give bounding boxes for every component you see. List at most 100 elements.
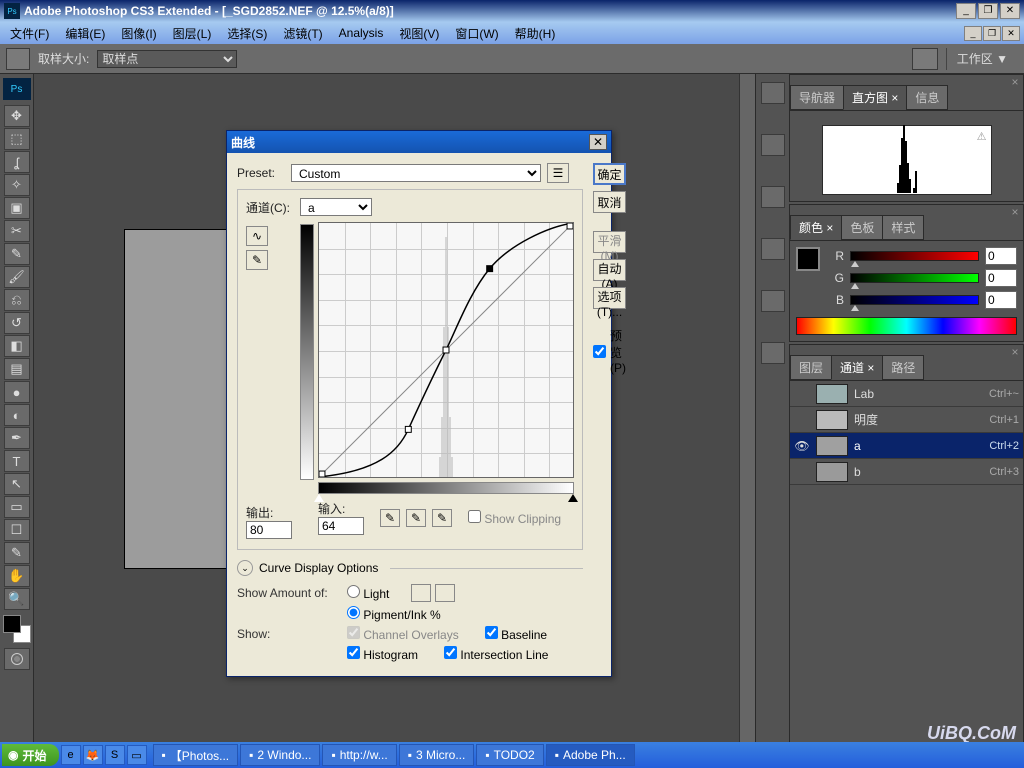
- workspace-dropdown[interactable]: 工作区 ▼: [946, 48, 1018, 70]
- gradient-tool[interactable]: ▤: [4, 358, 30, 380]
- intersection-checkbox[interactable]: [444, 646, 457, 659]
- tab-info[interactable]: 信息: [906, 85, 948, 110]
- ql-firefox-icon[interactable]: 🦊: [83, 745, 103, 765]
- window-close-button[interactable]: ✕: [1000, 3, 1020, 19]
- preset-menu-button[interactable]: ☰: [547, 163, 569, 183]
- menu-file[interactable]: 文件(F): [4, 23, 55, 44]
- baseline-checkbox[interactable]: [485, 626, 498, 639]
- start-button[interactable]: ◉ 开始: [2, 744, 59, 766]
- b-value[interactable]: 0: [985, 291, 1017, 309]
- hand-tool[interactable]: ✋: [4, 565, 30, 587]
- lasso-tool[interactable]: ʆ: [4, 151, 30, 173]
- tab-paths[interactable]: 路径: [882, 355, 924, 380]
- tab-navigator[interactable]: 导航器: [790, 85, 844, 110]
- black-point-slider[interactable]: [314, 494, 324, 502]
- sample-size-select[interactable]: 取样点: [97, 50, 237, 68]
- tab-layers[interactable]: 图层: [790, 355, 832, 380]
- show-clipping-checkbox[interactable]: [468, 510, 481, 523]
- doc-minimize-button[interactable]: _: [964, 26, 982, 41]
- menu-window[interactable]: 窗口(W): [449, 23, 504, 44]
- taskbar-item[interactable]: ▪http://w...: [322, 744, 396, 766]
- dialog-titlebar[interactable]: 曲线 ✕: [227, 131, 611, 153]
- light-radio[interactable]: [347, 585, 360, 598]
- foreground-color-swatch[interactable]: [3, 615, 21, 633]
- channel-select[interactable]: a: [300, 198, 372, 216]
- tab-color[interactable]: 颜色 ×: [790, 215, 842, 240]
- dock-clone-icon[interactable]: [761, 238, 785, 260]
- dialog-close-button[interactable]: ✕: [589, 134, 607, 150]
- notes-tool[interactable]: ☐: [4, 519, 30, 541]
- output-field[interactable]: [246, 521, 292, 539]
- history-brush-tool[interactable]: ↺: [4, 312, 30, 334]
- r-slider[interactable]: [850, 251, 979, 261]
- channel-row[interactable]: Lab Ctrl+~: [790, 381, 1023, 407]
- taskbar-item[interactable]: ▪【Photos...: [153, 744, 239, 766]
- dock-play-icon[interactable]: [761, 82, 785, 104]
- preview-checkbox[interactable]: [593, 345, 606, 358]
- pen-tool[interactable]: ✒: [4, 427, 30, 449]
- crop-tool[interactable]: ▣: [4, 197, 30, 219]
- taskbar-item[interactable]: ▪2 Windo...: [240, 744, 320, 766]
- tab-swatches[interactable]: 色板: [841, 215, 883, 240]
- channel-row[interactable]: b Ctrl+3: [790, 459, 1023, 485]
- dock-tools-icon[interactable]: [761, 134, 785, 156]
- color-swatches[interactable]: [3, 615, 31, 643]
- r-value[interactable]: 0: [985, 247, 1017, 265]
- ql-skype-icon[interactable]: S: [105, 745, 125, 765]
- pigment-radio[interactable]: [347, 606, 360, 619]
- auto-button[interactable]: 自动(A): [593, 259, 626, 281]
- menu-layer[interactable]: 图层(L): [167, 23, 218, 44]
- doc-restore-button[interactable]: ❐: [983, 26, 1001, 41]
- tab-styles[interactable]: 样式: [882, 215, 924, 240]
- window-restore-button[interactable]: ❐: [978, 3, 998, 19]
- taskbar-item[interactable]: ▪Adobe Ph...: [546, 744, 635, 766]
- dock-brushes-icon[interactable]: [761, 186, 785, 208]
- marquee-tool[interactable]: ⬚: [4, 128, 30, 150]
- cancel-button[interactable]: 取消: [593, 191, 626, 213]
- tab-histogram[interactable]: 直方图 ×: [843, 85, 907, 110]
- tab-channels[interactable]: 通道 ×: [831, 355, 883, 380]
- healing-brush-tool[interactable]: ✎: [4, 243, 30, 265]
- menu-image[interactable]: 图像(I): [115, 23, 162, 44]
- taskbar-item[interactable]: ▪TODO2: [476, 744, 543, 766]
- zoom-tool[interactable]: 🔍: [4, 588, 30, 610]
- menu-help[interactable]: 帮助(H): [509, 23, 562, 44]
- ql-desktop-icon[interactable]: ▭: [127, 745, 147, 765]
- panel-close-icon[interactable]: ×: [1007, 75, 1023, 85]
- ok-button[interactable]: 确定: [593, 163, 626, 185]
- panel-close-icon[interactable]: ×: [1007, 205, 1023, 215]
- curve-tool-pencil[interactable]: ✎: [246, 250, 268, 270]
- magic-wand-tool[interactable]: ✧: [4, 174, 30, 196]
- color-spectrum[interactable]: [796, 317, 1017, 335]
- menu-select[interactable]: 选择(S): [221, 23, 273, 44]
- curves-graph[interactable]: [318, 222, 574, 478]
- black-eyedropper-icon[interactable]: ✎: [380, 509, 400, 527]
- dock-paragraph-icon[interactable]: [761, 342, 785, 364]
- window-minimize-button[interactable]: _: [956, 3, 976, 19]
- menu-edit[interactable]: 编辑(E): [59, 23, 111, 44]
- slice-tool[interactable]: ✂: [4, 220, 30, 242]
- path-selection-tool[interactable]: ↖: [4, 473, 30, 495]
- dodge-tool[interactable]: ◐: [4, 404, 30, 426]
- cache-warning-icon[interactable]: ⚠: [977, 130, 987, 143]
- dock-character-icon[interactable]: [761, 290, 785, 312]
- vertical-scrollbar[interactable]: [739, 74, 755, 744]
- grid-coarse-button[interactable]: [411, 584, 431, 602]
- shape-tool[interactable]: ▭: [4, 496, 30, 518]
- options-button[interactable]: 选项(T)...: [593, 287, 626, 309]
- menu-analysis[interactable]: Analysis: [333, 24, 390, 42]
- g-value[interactable]: 0: [985, 269, 1017, 287]
- curve-tool-point[interactable]: ∿: [246, 226, 268, 246]
- eyedropper-tool[interactable]: ✎: [4, 542, 30, 564]
- menu-view[interactable]: 视图(V): [393, 23, 445, 44]
- blur-tool[interactable]: ●: [4, 381, 30, 403]
- histogram-checkbox[interactable]: [347, 646, 360, 659]
- eraser-tool[interactable]: ◧: [4, 335, 30, 357]
- doc-close-button[interactable]: ✕: [1002, 26, 1020, 41]
- collapse-toggle-icon[interactable]: ⌄: [237, 560, 253, 576]
- g-slider[interactable]: [850, 273, 979, 283]
- current-tool-icon[interactable]: [6, 48, 30, 70]
- ql-ie-icon[interactable]: e: [61, 745, 81, 765]
- move-tool[interactable]: ✥: [4, 105, 30, 127]
- preset-select[interactable]: Custom: [291, 164, 541, 182]
